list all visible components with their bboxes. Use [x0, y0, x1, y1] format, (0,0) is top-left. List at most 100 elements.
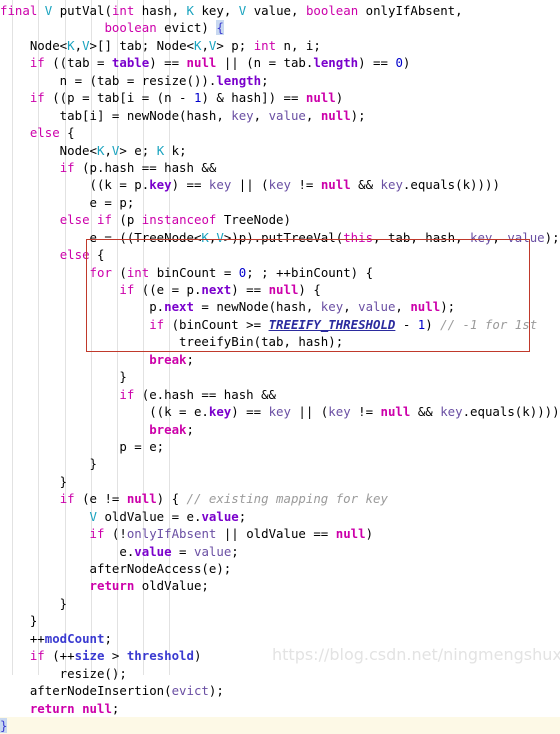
code-line-31[interactable]: if (!onlyIfAbsent || oldValue == null)	[0, 525, 560, 542]
code-token: null	[320, 107, 351, 123]
code-token: final	[0, 3, 38, 18]
code-line-1[interactable]: final V putVal(int hash, K key, V value,…	[0, 2, 560, 19]
code-line-2[interactable]: boolean evict) {	[0, 19, 560, 36]
code-token: null	[268, 282, 299, 297]
code-token: ;	[238, 508, 247, 524]
code-token: )	[365, 526, 374, 542]
code-line-34[interactable]: return oldValue;	[0, 577, 560, 594]
code-token: !=	[350, 404, 381, 420]
code-token: }	[0, 369, 127, 385]
code-token: table	[111, 55, 150, 71]
code-token: value	[507, 229, 545, 245]
code-line-16[interactable]: for (int binCount = 0; ; ++binCount) {	[0, 264, 560, 281]
code-token: value	[134, 543, 172, 559]
code-line-11[interactable]: ((k = p.key) == key || (key != null && k…	[0, 176, 560, 193]
code-token: if	[97, 212, 112, 228]
code-line-6[interactable]: if ((p = tab[i = (n - 1) & hash]) == nul…	[0, 89, 560, 106]
code-token: null	[305, 90, 336, 106]
code-token: ;	[261, 72, 269, 88]
code-token: // existing mapping for key	[186, 491, 388, 507]
code-token: key	[328, 404, 351, 420]
code-line-13[interactable]: else if (p instanceof TreeNode)	[0, 211, 560, 228]
code-token: )	[335, 90, 344, 106]
code-line-25[interactable]: break;	[0, 421, 560, 438]
code-line-30[interactable]: V oldValue = e.value;	[0, 508, 560, 525]
code-token: ,	[492, 229, 508, 245]
code-editor-viewport[interactable]: final V putVal(int hash, K key, V value,…	[0, 0, 560, 734]
code-text-layer[interactable]: final V putVal(int hash, K key, V value,…	[0, 0, 560, 734]
code-token: ;	[186, 421, 194, 437]
code-token: binCount =	[149, 264, 239, 280]
code-token: {	[59, 125, 75, 141]
code-line-3[interactable]: Node<K,V>[] tab; Node<K,V> p; int n, i;	[0, 37, 560, 54]
code-token: .equals(k))))	[402, 177, 500, 193]
code-line-28[interactable]: }	[0, 473, 560, 490]
code-token: }	[0, 456, 97, 472]
code-token: (e !=	[74, 491, 127, 507]
code-token: p = e;	[0, 438, 165, 454]
code-line-22[interactable]: }	[0, 368, 560, 385]
code-token: null	[82, 700, 112, 716]
code-line-19[interactable]: if (binCount >= TREEIFY_THRESHOLD - 1) /…	[0, 316, 560, 333]
code-token: >	[104, 648, 127, 664]
code-line-7[interactable]: tab[i] = newNode(hash, key, value, null)…	[0, 107, 560, 124]
code-token: break	[149, 351, 187, 367]
code-token: K	[67, 37, 75, 53]
code-line-26[interactable]: p = e;	[0, 438, 560, 455]
code-token: ,	[104, 142, 112, 158]
code-token: null	[186, 55, 217, 71]
code-line-17[interactable]: if ((e = p.next) == null) {	[0, 281, 560, 298]
code-token: key	[231, 107, 254, 123]
code-line-5[interactable]: n = (tab = resize()).length;	[0, 72, 560, 89]
code-line-32[interactable]: e.value = value;	[0, 543, 560, 560]
code-line-27[interactable]: }	[0, 455, 560, 472]
code-line-40[interactable]: afterNodeInsertion(evict);	[0, 682, 560, 699]
code-token: evict	[171, 683, 209, 699]
code-token: else	[29, 125, 60, 141]
code-token: value	[201, 508, 239, 524]
code-line-15[interactable]: else {	[0, 246, 560, 263]
code-line-18[interactable]: p.next = newNode(hash, key, value, null)…	[0, 298, 560, 315]
code-token: (p.hash == hash &&	[74, 159, 217, 175]
code-token: this	[343, 229, 374, 245]
code-line-41[interactable]: return null;	[0, 700, 560, 717]
code-line-9[interactable]: Node<K,V> e; K k;	[0, 142, 560, 159]
code-line-23[interactable]: if (e.hash == hash &&	[0, 386, 560, 403]
code-line-10[interactable]: if (p.hash == hash &&	[0, 159, 560, 176]
code-token: )	[193, 648, 202, 664]
code-token: n, i;	[276, 37, 321, 53]
code-token: tab[i] = newNode(hash,	[0, 107, 232, 123]
code-token: )	[425, 316, 441, 332]
code-token: hash,	[134, 3, 187, 18]
code-line-20[interactable]: treeifyBin(tab, hash);	[0, 333, 560, 350]
code-line-33[interactable]: afterNodeAccess(e);	[0, 560, 560, 577]
code-line-24[interactable]: ((k = e.key) == key || (key != null && k…	[0, 403, 560, 420]
code-token: V	[82, 37, 90, 53]
code-token: if	[89, 526, 105, 542]
code-token: !=	[291, 177, 321, 193]
code-token: ) & hash]) ==	[201, 90, 306, 106]
code-token: ((p = tab[i = (n -	[44, 90, 194, 106]
code-line-4[interactable]: if ((tab = table) == null || (n = tab.le…	[0, 54, 560, 71]
code-line-35[interactable]: }	[0, 595, 560, 612]
code-line-29[interactable]: if (e != null) { // existing mapping for…	[0, 490, 560, 507]
code-line-36[interactable]: }	[0, 612, 560, 629]
code-token: V	[216, 229, 224, 245]
code-line-21[interactable]: break;	[0, 351, 560, 368]
code-token: (	[111, 264, 127, 280]
code-token: if	[29, 55, 45, 71]
code-line-8[interactable]: else {	[0, 124, 560, 141]
code-line-12[interactable]: e = p;	[0, 194, 560, 211]
code-token: int	[111, 3, 135, 18]
code-line-42[interactable]: }	[0, 716, 560, 734]
code-line-14[interactable]: e = ((TreeNode<K, V>)p).putTreeVal(this, …	[0, 229, 560, 246]
code-token: ) ==	[358, 55, 396, 71]
code-line-39[interactable]: resize();	[0, 665, 560, 682]
code-token: >[] tab; Node<	[89, 37, 194, 53]
